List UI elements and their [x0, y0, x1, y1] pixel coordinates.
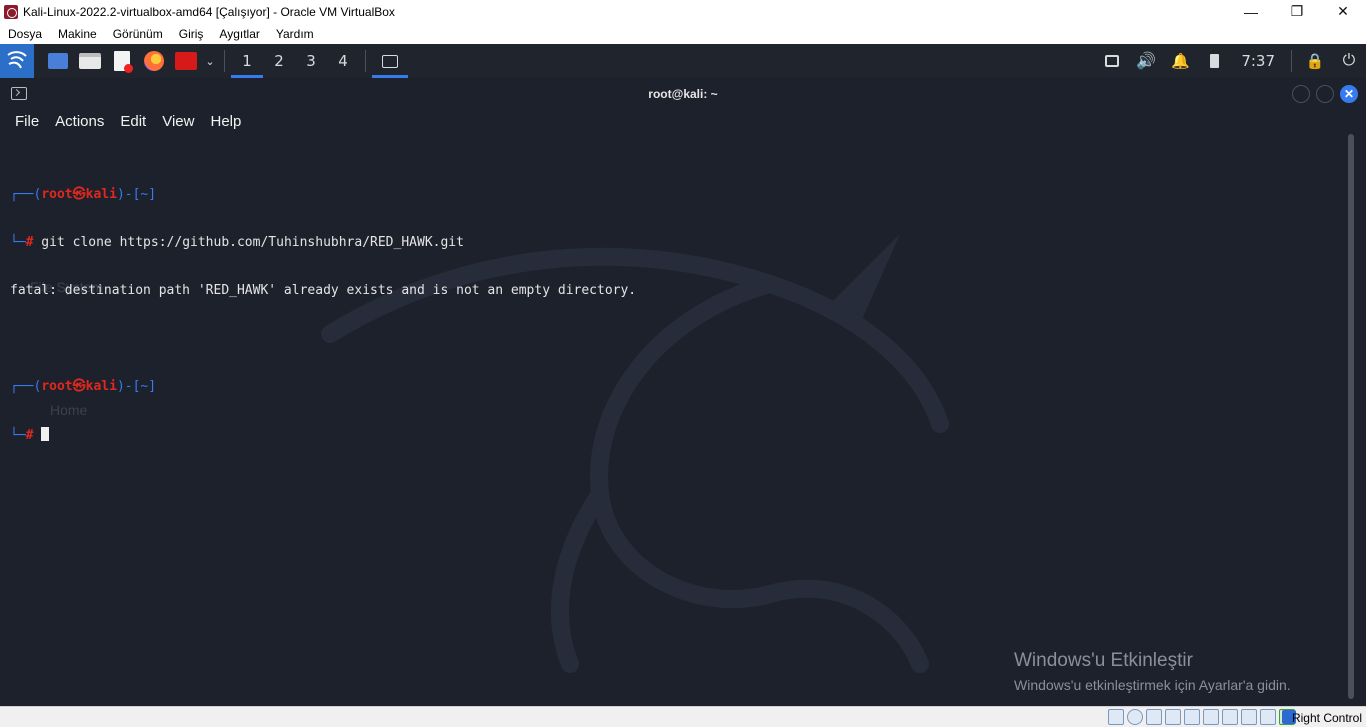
guest-screen: File System Home ⌄ 1 2 3 4 🔊 🔔 7:37 🔒 ⏻ …	[0, 44, 1366, 706]
prompt-line-1: ┌──(root㉿kali)-[~]	[10, 187, 1340, 203]
battery-icon[interactable]	[1197, 44, 1231, 78]
prompt-suffix: )-[~]	[116, 379, 157, 394]
show-desktop-icon[interactable]	[43, 44, 73, 78]
prompt-prefix: ┌──(	[10, 187, 42, 202]
output-line: fatal: destination path 'RED_HAWK' alrea…	[10, 283, 637, 298]
terminal-menu-file[interactable]: File	[0, 113, 47, 130]
prompt-user: root㉿kali	[41, 187, 117, 202]
logout-icon[interactable]: ⏻	[1332, 44, 1366, 78]
kali-logo-icon	[7, 51, 27, 69]
terminal-menubar: File Actions Edit View Help	[0, 108, 249, 134]
menu-giris[interactable]: Giriş	[171, 27, 212, 41]
close-button[interactable]: ✕	[1320, 0, 1366, 23]
terminal-window-icon	[11, 87, 27, 100]
taskbar-terminal-window[interactable]	[372, 44, 408, 78]
firefox-icon[interactable]	[139, 44, 169, 78]
panel-clock[interactable]: 7:37	[1231, 52, 1285, 70]
terminal-menu-help[interactable]: Help	[202, 113, 249, 130]
window-controls: — ❐ ✕	[1228, 0, 1366, 23]
prompt-prefix: └─	[10, 428, 26, 443]
restore-button[interactable]: ❐	[1274, 0, 1320, 23]
network-adapter-icon[interactable]	[1165, 709, 1181, 725]
terminal-scroll-thumb[interactable]	[1348, 134, 1354, 699]
command-text: git clone https://github.com/Tuhinshubhr…	[33, 235, 464, 250]
command-line-2: └─#	[10, 427, 1340, 443]
audio-icon[interactable]	[1146, 709, 1162, 725]
command-line-1: └─# git clone https://github.com/Tuhinsh…	[10, 235, 1340, 251]
panel-separator	[1291, 50, 1292, 72]
terminal-output[interactable]: ┌──(root㉿kali)-[~] └─# git clone https:/…	[10, 155, 1340, 475]
virtualization-icon[interactable]	[1260, 709, 1276, 725]
activation-subtitle: Windows'u etkinleştirmek için Ayarlar'a …	[1014, 677, 1291, 693]
terminal-title: root@kali: ~	[648, 87, 718, 101]
file-manager-icon[interactable]	[75, 44, 105, 78]
workspace-2[interactable]: 2	[263, 44, 295, 78]
network-icon[interactable]	[1095, 44, 1129, 78]
terminal-titlebar: root@kali: ~ ✕	[0, 82, 1366, 106]
menu-makine[interactable]: Makine	[50, 27, 105, 41]
window-title: Kali-Linux-2022.2-virtualbox-amd64 [Çalı…	[23, 4, 395, 19]
terminal-close-button[interactable]: ✕	[1340, 85, 1358, 103]
system-tray: 🔊 🔔 7:37 🔒 ⏻	[1095, 44, 1366, 78]
menu-yardim[interactable]: Yardım	[268, 27, 322, 41]
usb-icon[interactable]	[1184, 709, 1200, 725]
vbox-status-icons	[1108, 709, 1298, 725]
menu-dosya[interactable]: Dosya	[0, 27, 50, 41]
terminal-minimize-button[interactable]	[1292, 85, 1310, 103]
terminal-menu-edit[interactable]: Edit	[112, 113, 154, 130]
windows-activation-watermark: Windows'u Etkinleştir Windows'u etkinleş…	[1014, 650, 1291, 693]
terminal-emulator-icon[interactable]	[171, 44, 201, 78]
virtualbox-app-icon	[4, 4, 18, 19]
top-panel: ⌄ 1 2 3 4 🔊 🔔 7:37 🔒 ⏻	[0, 44, 1366, 78]
video-capture-icon[interactable]	[1241, 709, 1257, 725]
workspace-4[interactable]: 4	[327, 44, 359, 78]
menu-aygitlar[interactable]: Aygıtlar	[211, 27, 267, 41]
text-cursor	[41, 427, 50, 441]
prompt-line-2: ┌──(root㉿kali)-[~]	[10, 379, 1340, 395]
command-text	[33, 428, 41, 443]
volume-icon[interactable]: 🔊	[1129, 44, 1163, 78]
optical-drive-icon[interactable]	[1127, 709, 1143, 725]
minimize-button[interactable]: —	[1228, 0, 1274, 23]
host-key-label[interactable]: Right Control	[1292, 711, 1362, 725]
prompt-prefix: └─	[10, 235, 26, 250]
kali-menu-button[interactable]	[0, 44, 34, 78]
prompt-prefix: ┌──(	[10, 379, 42, 394]
menu-gorunum[interactable]: Görünüm	[105, 27, 171, 41]
terminal-menu-actions[interactable]: Actions	[47, 113, 112, 130]
terminal-menu-view[interactable]: View	[154, 113, 202, 130]
workspace-3[interactable]: 3	[295, 44, 327, 78]
workspace-1[interactable]: 1	[231, 44, 263, 78]
vbox-statusbar: Right Control	[0, 706, 1366, 727]
terminal-scrollbar[interactable]	[1348, 134, 1354, 699]
panel-separator	[224, 50, 225, 72]
prompt-suffix: )-[~]	[116, 187, 157, 202]
chevron-down-icon[interactable]: ⌄	[202, 44, 218, 78]
panel-separator	[365, 50, 366, 72]
notification-bell-icon[interactable]: 🔔	[1163, 44, 1197, 78]
prompt-user: root㉿kali	[41, 379, 117, 394]
terminal-maximize-button[interactable]	[1316, 85, 1334, 103]
activation-title: Windows'u Etkinleştir	[1014, 650, 1193, 671]
text-editor-icon[interactable]	[107, 44, 137, 78]
hard-disk-icon[interactable]	[1108, 709, 1124, 725]
vbox-menubar: Dosya Makine Görünüm Giriş Aygıtlar Yard…	[0, 23, 1366, 44]
lock-screen-icon[interactable]: 🔒	[1298, 44, 1332, 78]
shared-folders-icon[interactable]	[1203, 709, 1219, 725]
display-icon[interactable]	[1222, 709, 1238, 725]
window-titlebar: Kali-Linux-2022.2-virtualbox-amd64 [Çalı…	[0, 0, 1366, 23]
